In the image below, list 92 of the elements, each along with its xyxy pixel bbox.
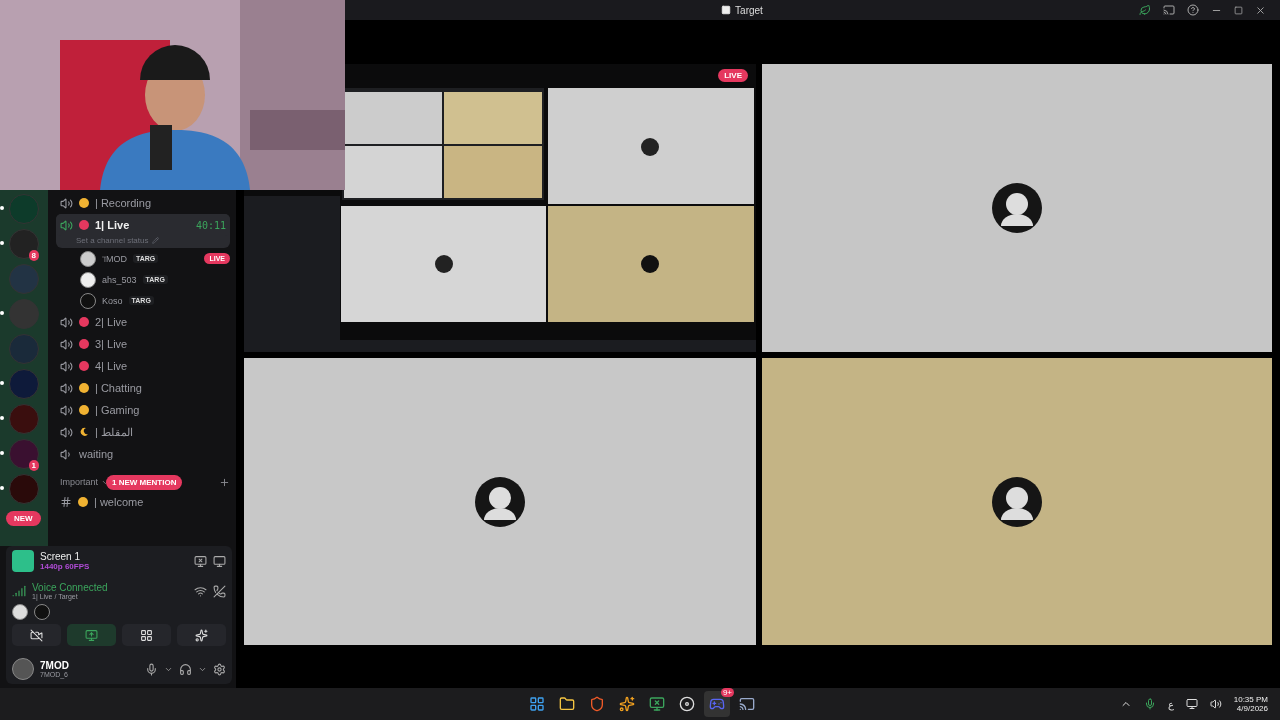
maximize-button[interactable] [1234, 5, 1243, 15]
user-name: 7MOD [40, 660, 70, 671]
stream-title: Screen 1 [40, 551, 82, 562]
user-avatar[interactable] [12, 658, 34, 680]
monitor-icon [85, 628, 98, 642]
app-icon [709, 696, 725, 712]
voice-channel[interactable]: | المقلط [56, 421, 230, 443]
plus-icon[interactable] [219, 476, 230, 488]
new-badge[interactable]: NEW [6, 511, 41, 526]
app-icon [739, 696, 755, 712]
camera-off-icon [30, 628, 43, 642]
voice-state: Voice Connected [32, 582, 109, 593]
speaker-icon [60, 337, 73, 351]
moon-icon [79, 427, 89, 437]
notification-badge: 9+ [720, 688, 734, 697]
app-icon [619, 696, 635, 712]
language-indicator[interactable]: ع [1167, 698, 1174, 710]
speaker-icon [60, 315, 73, 329]
voice-channel[interactable]: | Gaming [56, 399, 230, 421]
speaker-icon [60, 447, 73, 461]
pencil-icon [151, 237, 159, 244]
mention-count: 8 [28, 250, 39, 261]
voice-channel[interactable]: | Recording [56, 192, 230, 214]
video-tile[interactable] [244, 358, 756, 645]
app-icon [529, 696, 545, 712]
user-name: ahs_503 [102, 274, 137, 285]
user-avatar [12, 604, 28, 620]
user-name: ℸMOD [102, 253, 127, 265]
text-channel[interactable]: | welcome [56, 491, 230, 513]
call-timer: 40:11 [195, 219, 226, 231]
video-tile[interactable] [762, 64, 1272, 352]
speaker-icon [60, 196, 73, 210]
server-icon[interactable] [9, 229, 39, 259]
user-avatar [80, 271, 96, 288]
voice-channel[interactable]: waiting [56, 443, 230, 465]
mention-count: 1 [28, 460, 39, 471]
speaker-icon [60, 218, 73, 232]
grid-icon [140, 628, 153, 642]
disconnect-button[interactable] [213, 584, 226, 598]
close-button[interactable] [1255, 4, 1266, 16]
stream-quality: 1440p 60FPS [40, 562, 91, 571]
leaf-icon[interactable] [1139, 4, 1151, 16]
speaker-icon [60, 403, 73, 417]
window-title: Target [735, 4, 763, 16]
network-icon[interactable] [1185, 698, 1198, 710]
mention-badge[interactable]: 1 NEW MENTION [106, 475, 183, 490]
soundboard-button[interactable] [177, 624, 226, 646]
speaker-icon [60, 381, 73, 395]
voice-channel[interactable]: 3| Live [56, 333, 230, 355]
screen-share-button[interactable] [67, 624, 116, 646]
voice-channel[interactable]: 2| Live [56, 311, 230, 333]
app-icon [679, 696, 695, 712]
volume-icon[interactable] [1209, 698, 1222, 710]
mic-button[interactable] [145, 662, 158, 676]
stop-stream-button[interactable] [194, 554, 207, 568]
category-name[interactable]: Important [60, 477, 99, 487]
user-name: Koso [102, 295, 123, 306]
app-icon [559, 696, 575, 712]
speaker-icon [60, 359, 73, 373]
sparkle-icon [195, 628, 208, 642]
user-avatar [991, 182, 1043, 234]
signal-icon [12, 584, 26, 598]
activities-button[interactable] [122, 624, 171, 646]
voice-channel[interactable]: | Chatting [56, 377, 230, 399]
video-tile[interactable]: LIVE [244, 64, 756, 352]
app-icon [721, 5, 732, 15]
user-avatar [474, 475, 526, 528]
user-avatar [80, 250, 96, 267]
noise-button[interactable] [194, 584, 207, 598]
voice-channel[interactable]: 4| Live [56, 355, 230, 377]
mic-icon[interactable] [1143, 698, 1156, 710]
stream-settings-button[interactable] [213, 554, 226, 568]
live-badge: LIVE [718, 69, 748, 82]
hash-icon [60, 496, 72, 508]
user-avatar [34, 604, 50, 620]
mic-icon [145, 662, 158, 676]
app-icon [589, 696, 605, 712]
user-avatar [80, 292, 96, 309]
user-avatar [991, 475, 1043, 528]
server-icon[interactable] [9, 439, 39, 469]
headphones-icon [179, 662, 192, 676]
clock-time[interactable]: 10:35 PM [1233, 695, 1268, 704]
app-icon [649, 696, 665, 712]
camera-button[interactable] [12, 624, 61, 646]
settings-button[interactable] [213, 662, 226, 676]
screen-icon[interactable] [1163, 4, 1175, 16]
help-icon[interactable] [1187, 4, 1199, 16]
stream-icon [12, 550, 34, 572]
video-tile[interactable] [762, 358, 1272, 645]
clock-date[interactable]: 4/9/2026 [1236, 704, 1268, 713]
speaker-icon [60, 425, 73, 439]
headphones-button[interactable] [179, 662, 192, 676]
